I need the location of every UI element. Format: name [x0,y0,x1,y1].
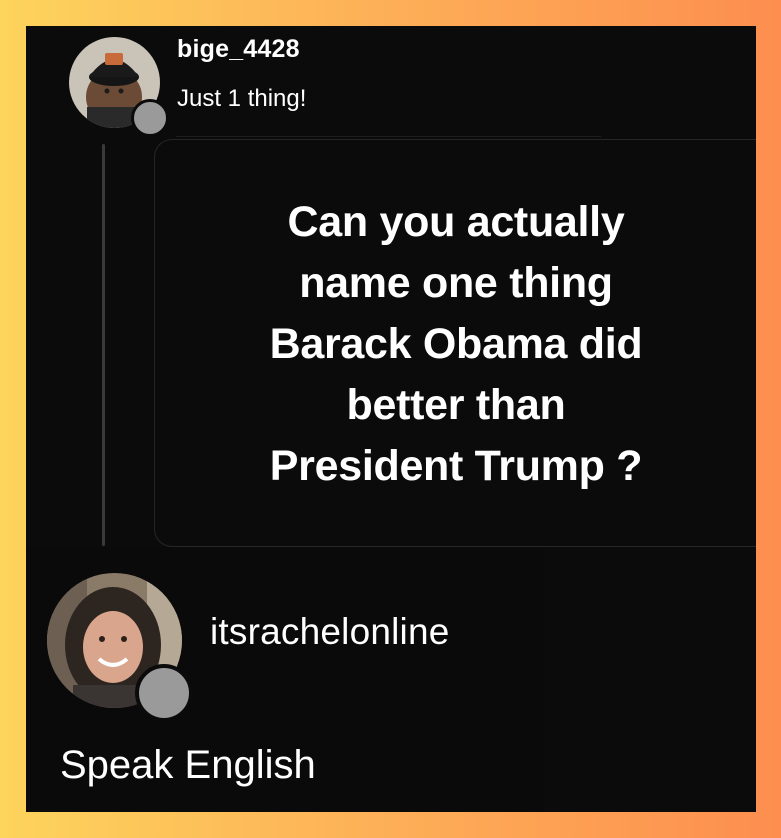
reply-caption: Speak English [60,743,316,787]
post-username[interactable]: bige_4428 [177,35,300,64]
social-screenshot-panel: bige_4428 Just 1 thing! Can you actually… [26,26,756,812]
bige-status-badge [131,99,169,137]
rachel-status-badge [135,664,193,722]
post-divider [176,136,601,137]
quote-line: Barack Obama did [269,320,643,368]
reply-username[interactable]: itsrachelonline [210,611,450,653]
quote-line: Can you actually [287,198,625,246]
quote-line: better than [346,381,566,429]
quoted-image-card[interactable]: Can you actually name one thing Barack O… [154,139,756,547]
thread-line [102,144,105,546]
quote-line: President Trump ? [269,442,643,490]
quote-line: name one thing [299,259,613,307]
post-caption: Just 1 thing! [177,85,307,112]
quoted-image-text: Can you actually name one thing Barack O… [155,192,756,497]
